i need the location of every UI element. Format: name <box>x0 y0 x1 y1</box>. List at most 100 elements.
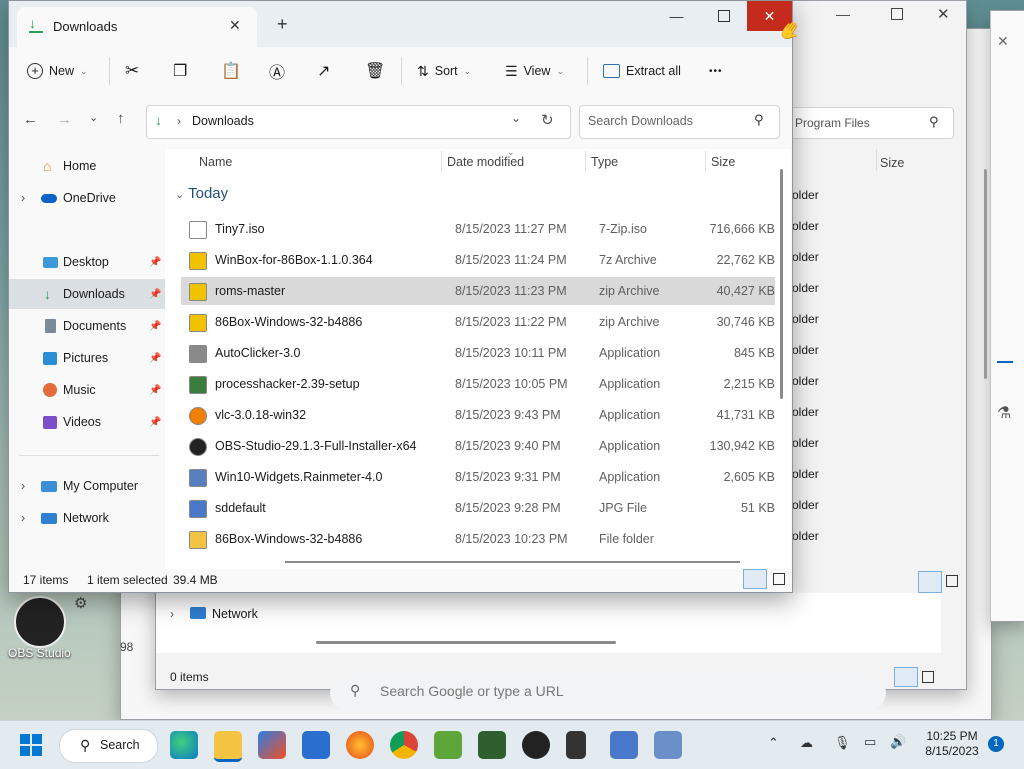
sidebar-item-videos[interactable]: Videos 📌 <box>9 407 165 437</box>
delete-button[interactable]: 🗑 <box>365 53 385 89</box>
edge-icon[interactable] <box>170 731 198 759</box>
obs-icon[interactable] <box>522 731 550 759</box>
pin-icon[interactable]: 📌 <box>149 257 161 268</box>
search-input[interactable]: Search Downloads <box>588 114 693 128</box>
horizontal-scrollbar[interactable] <box>316 641 616 644</box>
share-button[interactable]: ↗ <box>317 53 330 89</box>
clock[interactable]: 10:25 PM 8/15/2023 <box>920 729 984 759</box>
paste-button[interactable]: 📋 <box>221 53 241 89</box>
table-row[interactable]: 86Box-Windows-32-b4886 8/15/2023 11:22 PM… <box>181 308 775 336</box>
browser-search-bar[interactable]: ⚲ Search Google or type a URL <box>330 676 886 710</box>
details-view-button[interactable] <box>918 571 942 593</box>
maximize-button[interactable] <box>701 1 746 31</box>
start-button[interactable] <box>20 734 42 756</box>
pin-icon[interactable]: 📌 <box>149 417 161 428</box>
table-row[interactable]: Tiny7.iso 8/15/2023 11:27 PM 7-Zip.iso 716,… <box>181 215 775 243</box>
table-row[interactable]: WinBox-for-86Box-1.1.0.364 8/15/2023 11:2… <box>181 246 775 274</box>
maximize-icon[interactable] <box>891 8 903 20</box>
pin-icon[interactable]: 📌 <box>149 321 161 332</box>
minimize-button[interactable]: — <box>654 1 699 31</box>
list-item[interactable]: older <box>792 250 819 264</box>
new-tab-button[interactable]: + <box>277 14 288 35</box>
table-row[interactable]: vlc-3.0.18-win32 8/15/2023 9:43 PM Applica… <box>181 401 775 429</box>
sidebar-item-onedrive[interactable]: › OneDrive <box>9 183 165 213</box>
list-item[interactable]: older <box>792 529 819 543</box>
tiles-view-button[interactable] <box>922 671 934 683</box>
sidebar-item-network[interactable]: › Network <box>9 503 165 533</box>
view-button[interactable]: ☰ View ⌄ <box>505 53 564 89</box>
table-row[interactable]: OBS-Studio-29.1.3-Full-Installer-x64 8/15… <box>181 432 775 460</box>
cut-button[interactable]: ✂ <box>125 53 139 89</box>
close-tab-icon[interactable]: ✕ <box>229 17 241 34</box>
pin-icon[interactable]: 📌 <box>149 289 161 300</box>
list-item[interactable]: older <box>792 312 819 326</box>
file-explorer-icon[interactable] <box>214 731 242 762</box>
list-item[interactable]: older <box>792 436 819 450</box>
list-item[interactable]: older <box>792 281 819 295</box>
chevron-down-icon[interactable]: ⌄ <box>511 111 521 125</box>
size-column-header[interactable]: Size <box>880 156 904 170</box>
sidebar-item-documents[interactable]: Documents 📌 <box>9 311 165 341</box>
extract-all-button[interactable]: Extract all <box>603 53 681 89</box>
close-icon[interactable]: ✕ <box>937 5 950 23</box>
list-item[interactable]: older <box>792 188 819 202</box>
chevron-right-icon[interactable]: › <box>21 479 25 493</box>
group-header[interactable]: ⌄ Today <box>175 185 228 202</box>
taskbar-search[interactable]: ⚲ Search <box>59 729 158 763</box>
microphone-icon[interactable]: 🎙 <box>834 735 851 751</box>
network-tray-icon[interactable]: ▭ <box>864 734 876 750</box>
sort-button[interactable]: ⇅ Sort ⌄ <box>417 53 471 89</box>
list-item[interactable]: older <box>792 343 819 357</box>
chevron-right-icon[interactable]: › <box>170 607 174 621</box>
list-item[interactable]: older <box>792 498 819 512</box>
process-hacker-icon[interactable] <box>478 731 506 759</box>
list-item[interactable]: older <box>792 467 819 481</box>
tiles-view-button[interactable] <box>946 575 958 587</box>
vertical-scrollbar[interactable] <box>984 169 987 379</box>
sidebar-item-home[interactable]: ⌂ Home <box>9 151 165 181</box>
volume-icon[interactable]: 🔊 <box>890 734 906 750</box>
browser-search-input[interactable]: Search Google or type a URL <box>380 683 564 699</box>
forward-arrow-icon[interactable]: → <box>57 111 72 128</box>
tab-downloads[interactable]: ↓ Downloads ✕ <box>17 7 257 47</box>
up-arrow-icon[interactable]: ↑ <box>117 110 125 127</box>
column-header-type[interactable]: Type <box>591 155 618 169</box>
pin-icon[interactable]: 📌 <box>149 385 161 396</box>
table-row[interactable]: Win10-Widgets.Rainmeter-4.0 8/15/2023 9:3… <box>181 463 775 491</box>
recent-chevron-icon[interactable]: ⌄ <box>89 111 98 124</box>
chevron-right-icon[interactable]: › <box>21 191 25 205</box>
address-bar[interactable]: ↓ › Downloads ⌄ ↻ <box>146 105 571 139</box>
details-view-button[interactable] <box>894 667 918 687</box>
notification-badge[interactable]: 1 <box>988 736 1004 752</box>
list-item[interactable]: older <box>792 374 819 388</box>
obs-desktop-icon[interactable] <box>14 596 66 648</box>
app-icon[interactable] <box>566 731 586 759</box>
table-row[interactable]: 86Box-Windows-32-b4886 8/15/2023 10:23 PM… <box>181 525 775 553</box>
mail-icon[interactable] <box>302 731 330 759</box>
refresh-icon[interactable]: ↻ <box>541 111 554 129</box>
chrome-icon[interactable] <box>390 731 418 759</box>
pin-icon[interactable]: 📌 <box>149 353 161 364</box>
table-row[interactable]: AutoClicker-3.0 8/15/2023 10:11 PM Applica… <box>181 339 775 367</box>
more-options-button[interactable]: ••• <box>709 53 723 89</box>
onedrive-tray-icon[interactable]: ☁ <box>800 735 813 751</box>
back-arrow-icon[interactable]: ← <box>23 111 38 128</box>
notepad-icon[interactable] <box>434 731 462 759</box>
tiles-view-button[interactable] <box>773 573 785 585</box>
table-row[interactable]: sddefault 8/15/2023 9:28 PM JPG File 51 KB <box>181 494 775 522</box>
table-row[interactable]: roms-master 8/15/2023 11:23 PM zip Archive… <box>181 277 775 305</box>
gear-icon[interactable]: ⚙ <box>74 594 87 612</box>
sidebar-item-pictures[interactable]: Pictures 📌 <box>9 343 165 373</box>
list-item[interactable]: older <box>792 219 819 233</box>
firefox-icon[interactable] <box>346 731 374 759</box>
list-item[interactable]: older <box>792 405 819 419</box>
desktop-icon-label[interactable]: OBS Studio <box>8 646 71 660</box>
minimize-icon[interactable]: — <box>836 6 850 22</box>
horizontal-scrollbar[interactable] <box>285 561 740 563</box>
sidebar-item-desktop[interactable]: Desktop 📌 <box>9 247 165 277</box>
nav-item-network[interactable]: Network <box>212 607 258 621</box>
column-header-size[interactable]: Size <box>711 155 735 169</box>
sidebar-item-my-computer[interactable]: › My Computer <box>9 471 165 501</box>
table-row[interactable]: processhacker-2.39-setup 8/15/2023 10:05 … <box>181 370 775 398</box>
installer-icon[interactable] <box>654 731 682 759</box>
